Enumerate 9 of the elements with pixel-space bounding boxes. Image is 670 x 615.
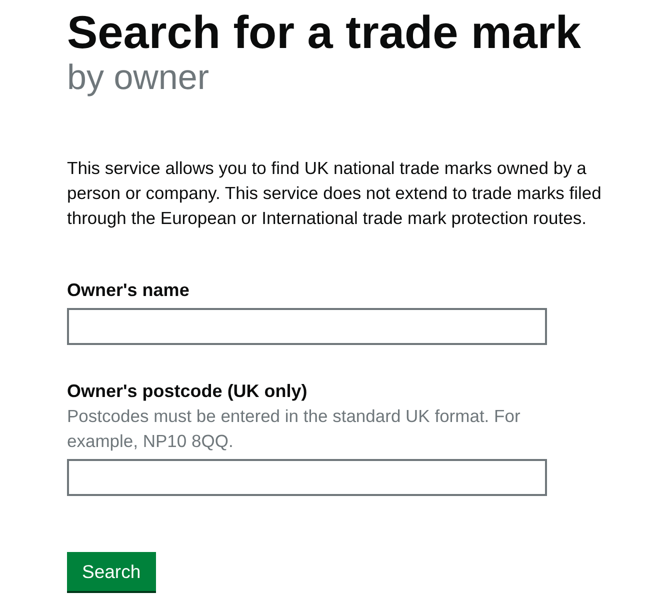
page-title: Search for a trade mark <box>67 6 581 58</box>
intro-text: This service allows you to find UK national trade marks owned by a person or company. This service does not extend to trade marks filed through the European or International trade mark protection routes. <box>67 157 602 230</box>
field-label: Owner's name <box>67 279 190 302</box>
input-field[interactable] <box>67 308 547 345</box>
field-label: Owner's postcode (UK only) <box>67 380 308 403</box>
field-hint: Postcodes must be entered in the standard UK format. For example, NP10 8QQ. <box>67 405 522 453</box>
input-field[interactable] <box>67 459 547 496</box>
search-button[interactable]: Search <box>67 552 156 591</box>
page-subtitle: by owner <box>67 58 210 98</box>
